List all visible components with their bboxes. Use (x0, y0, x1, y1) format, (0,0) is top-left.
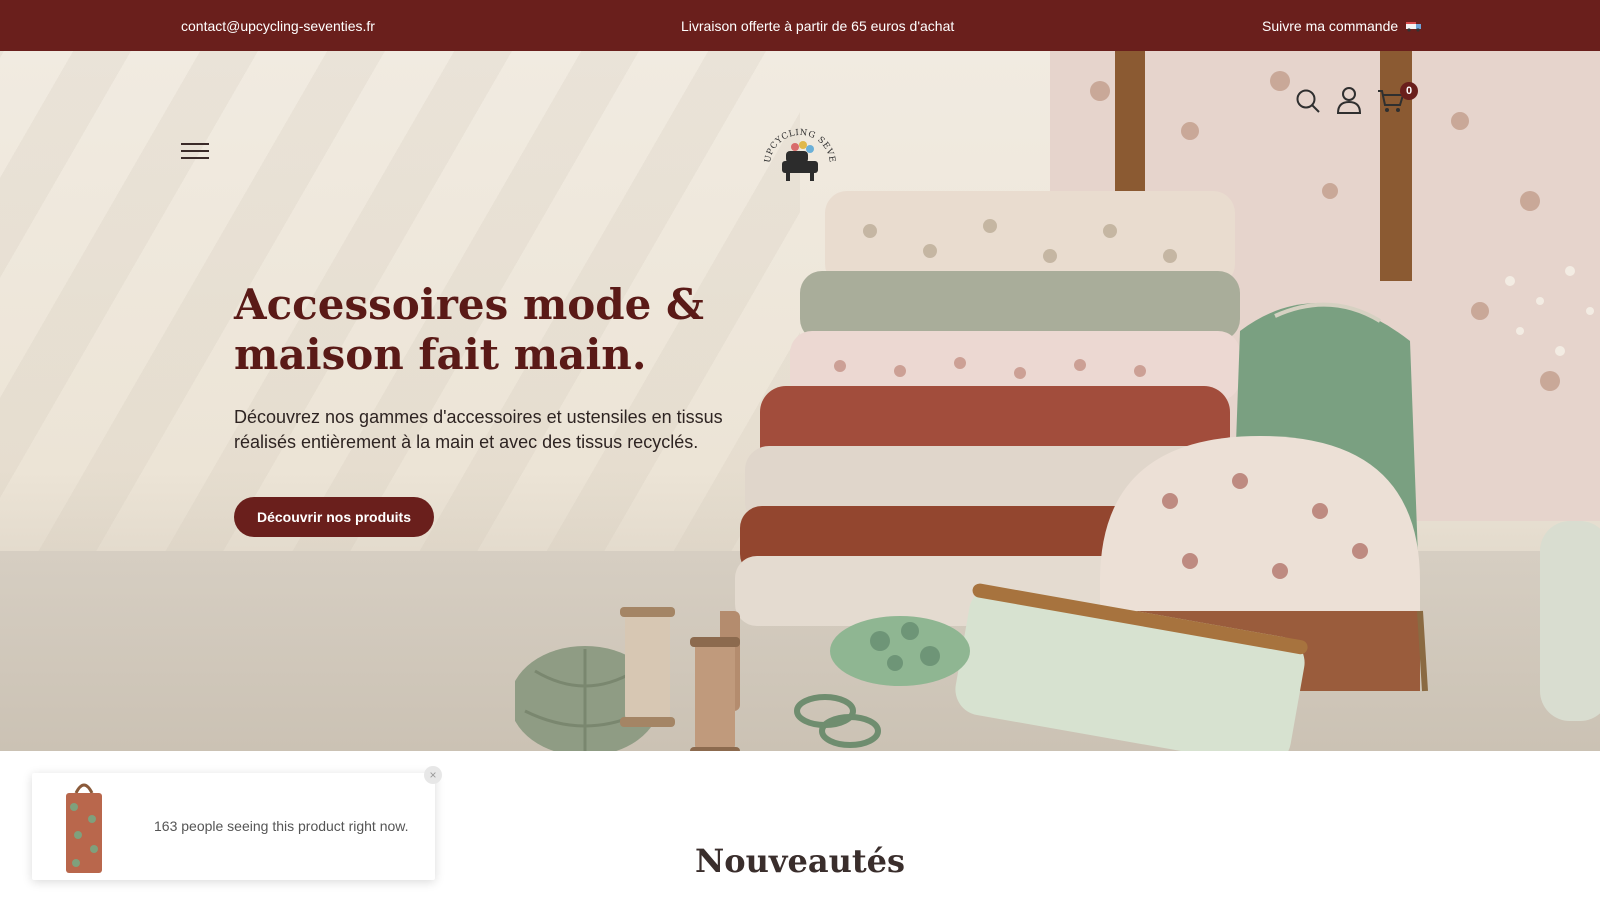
new-arrivals-title: Nouveautés (695, 842, 905, 880)
brand-logo[interactable]: UPCYCLING SEVENTIES (760, 121, 840, 185)
track-order-link[interactable]: Suivre ma commande (1262, 18, 1422, 34)
truck-icon (1406, 22, 1422, 32)
user-icon[interactable] (1336, 86, 1362, 114)
hero-banner: UPCYCLING SEVENTIES 0 Accessoires mode &… (0, 51, 1600, 751)
close-icon[interactable]: × (424, 766, 442, 784)
track-order-label: Suivre ma commande (1262, 18, 1399, 34)
announcement-bar: contact@upcycling-seventies.fr Livraison… (0, 0, 1600, 51)
viewer-count-text: 163 people seeing this product right now… (154, 818, 409, 834)
menu-icon[interactable] (181, 143, 209, 159)
hero-product-photo (720, 51, 1600, 751)
search-icon[interactable] (1295, 88, 1321, 114)
contact-email-link[interactable]: contact@upcycling-seventies.fr (181, 18, 375, 34)
discover-products-button[interactable]: Découvrir nos produits (234, 497, 434, 537)
free-shipping-notice: Livraison offerte à partir de 65 euros d… (681, 18, 955, 34)
cart-count-badge: 0 (1400, 82, 1418, 100)
sewing-notions-illustration (515, 607, 740, 751)
hero-title: Accessoires mode & maison fait main. (234, 280, 704, 379)
hero-subtitle: Découvrez nos gammes d'accessoires et us… (234, 407, 723, 452)
